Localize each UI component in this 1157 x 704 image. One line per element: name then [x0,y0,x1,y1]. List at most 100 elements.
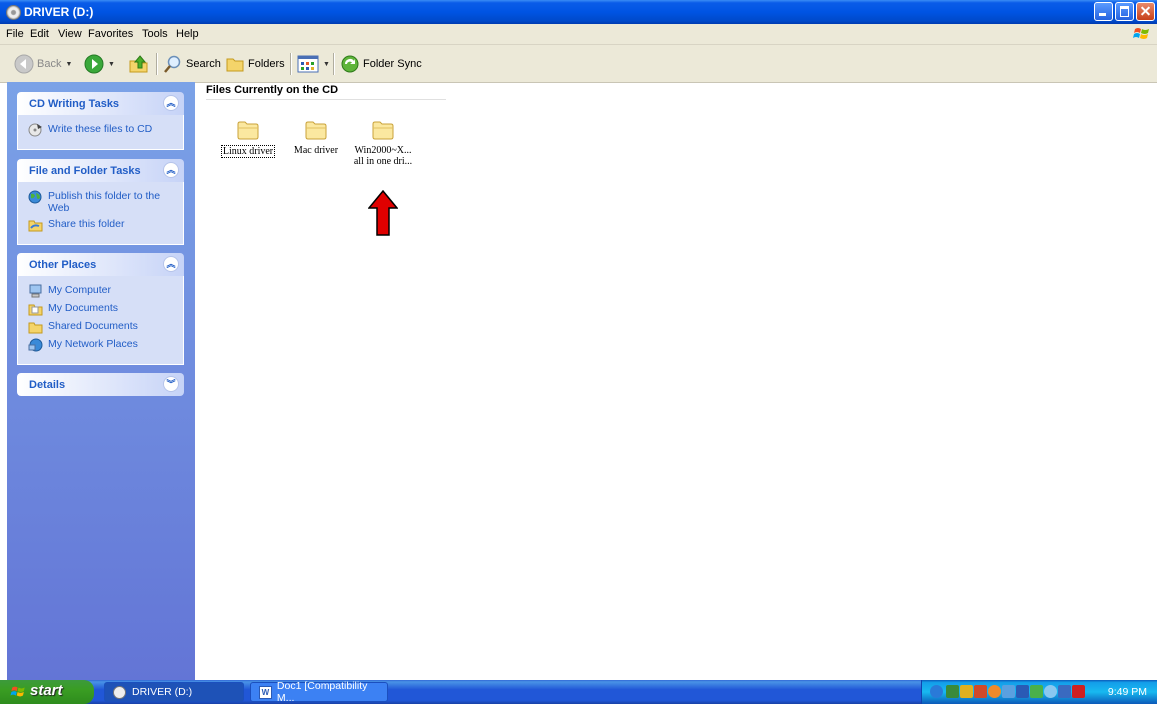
tray-m-icon[interactable] [1072,685,1085,698]
red-up-arrow-icon [368,190,398,236]
toolbar-separator [156,53,158,75]
tray-network-icon[interactable] [946,685,959,698]
views-button[interactable]: ▼ [297,53,330,75]
up-folder-button[interactable] [128,53,150,75]
panel-title: Other Places [29,259,97,271]
menu-tools[interactable]: Tools [142,28,168,40]
link-label: My Documents [48,302,119,314]
close-button[interactable] [1136,2,1155,21]
search-label: Search [186,58,221,70]
folder-sync-button[interactable]: Folder Sync [340,53,422,75]
standard-toolbar: Back ▼ ▼ Search Folders ▼ Folder Sync [0,45,1157,83]
folder-linux-driver[interactable]: Linux driver [213,118,283,158]
back-arrow-icon [14,54,34,74]
cd-writing-tasks-header[interactable]: CD Writing Tasks ︽ [17,92,184,115]
folder-sync-label: Folder Sync [363,58,422,70]
my-documents-link[interactable]: My Documents [18,300,183,318]
cd-drive-icon [6,5,21,20]
collapse-chevron-icon[interactable]: ︽ [163,256,179,272]
tray-app-icon[interactable] [974,685,987,698]
link-label: Share this folder [48,218,125,230]
task-label: DRIVER (D:) [132,686,193,698]
windows-logo-icon [1133,28,1149,39]
forward-dropdown-icon[interactable]: ▼ [108,61,115,68]
collapse-chevron-icon[interactable]: ︽ [163,162,179,178]
toolbar-separator [290,53,292,75]
title-bar[interactable]: DRIVER (D:) [0,0,1157,24]
my-documents-icon [28,304,43,316]
collapse-chevron-icon[interactable]: ︽ [163,95,179,111]
my-network-places-link[interactable]: My Network Places [18,336,183,354]
panel-title: Details [29,379,66,391]
other-places-panel: Other Places ︽ My Computer My Documents … [17,253,184,365]
forward-arrow-icon [84,54,104,74]
tray-monitor-icon[interactable] [1016,685,1029,698]
folders-label: Folders [248,58,285,70]
folders-button[interactable]: Folders [225,53,285,75]
details-header[interactable]: Details ︾ [17,373,184,396]
back-button[interactable]: Back ▼ [14,53,72,75]
minimize-button[interactable] [1094,2,1113,21]
search-button[interactable]: Search [163,53,221,75]
cd-writing-tasks-panel: CD Writing Tasks ︽ Write these files to … [17,92,184,150]
file-folder-tasks-header[interactable]: File and Folder Tasks ︽ [17,159,184,182]
my-computer-link[interactable]: My Computer [18,282,183,300]
my-computer-icon [29,284,42,298]
panel-body: Publish this folder to the Web Share thi… [17,182,184,245]
menu-edit[interactable]: Edit [30,28,49,40]
shared-documents-link[interactable]: Shared Documents [18,318,183,336]
write-files-to-cd-link[interactable]: Write these files to CD [18,121,183,139]
folders-icon [226,58,244,72]
restore-button[interactable] [1115,2,1134,21]
publish-folder-web-link[interactable]: Publish this folder to the Web [18,188,183,216]
share-folder-link[interactable]: Share this folder [18,216,183,234]
up-folder-icon [129,55,148,73]
tray-sync-icon[interactable] [1002,685,1015,698]
other-places-header[interactable]: Other Places ︽ [17,253,184,276]
folder-win2000-driver[interactable]: Win2000~X... all in one dri... [348,118,418,167]
shared-documents-icon [28,322,43,334]
network-places-icon [28,338,43,352]
file-folder-tasks-panel: File and Folder Tasks ︽ Publish this fol… [17,159,184,245]
link-label: My Computer [48,284,112,296]
task-pane: CD Writing Tasks ︽ Write these files to … [7,82,195,680]
windows-flag-icon [10,686,25,697]
menu-bar: File Edit View Favorites Tools Help [0,24,1157,45]
window-controls [1094,2,1155,21]
clock[interactable]: 9:49 PM [1108,686,1147,698]
cd-write-icon [28,123,42,137]
task-doc1-word[interactable]: W Doc1 [Compatibility M... [250,680,388,704]
folder-label: Mac driver [293,145,339,156]
menu-favorites[interactable]: Favorites [88,28,133,40]
taskbar: start DRIVER (D:) W Doc1 [Compatibility … [0,680,1157,704]
views-dropdown-icon[interactable]: ▼ [323,61,330,68]
expand-chevron-icon[interactable]: ︾ [163,376,179,392]
folder-icon [305,121,327,140]
tray-tool-icon[interactable] [1030,685,1043,698]
task-driver-d[interactable]: DRIVER (D:) [104,682,244,702]
word-document-icon: W [259,685,272,699]
tray-update-icon[interactable] [988,685,1001,698]
start-label: start [30,682,63,699]
back-dropdown-icon[interactable]: ▼ [65,61,72,68]
link-label: My Network Places [48,338,138,350]
tray-arrow-icon[interactable] [930,685,943,698]
forward-button[interactable]: ▼ [84,53,115,75]
share-folder-icon [28,220,43,232]
folder-mac-driver[interactable]: Mac driver [281,118,351,156]
panel-body: My Computer My Documents Shared Document… [17,276,184,365]
menu-file[interactable]: File [6,28,24,40]
start-button[interactable]: start [0,680,94,704]
tray-shield-icon[interactable] [960,685,973,698]
globe-icon [28,190,42,204]
menu-view[interactable]: View [58,28,82,40]
folder-label-line1: Win2000~X... [354,145,412,156]
folder-sync-icon [341,55,359,73]
tray-display-icon[interactable] [1058,685,1071,698]
task-label: Doc1 [Compatibility M... [276,680,368,704]
search-icon [164,55,181,73]
menu-help[interactable]: Help [176,28,199,40]
tray-speaker-icon[interactable] [1044,685,1057,698]
panel-title: CD Writing Tasks [29,98,120,110]
system-tray: 9:49 PM [921,680,1157,704]
